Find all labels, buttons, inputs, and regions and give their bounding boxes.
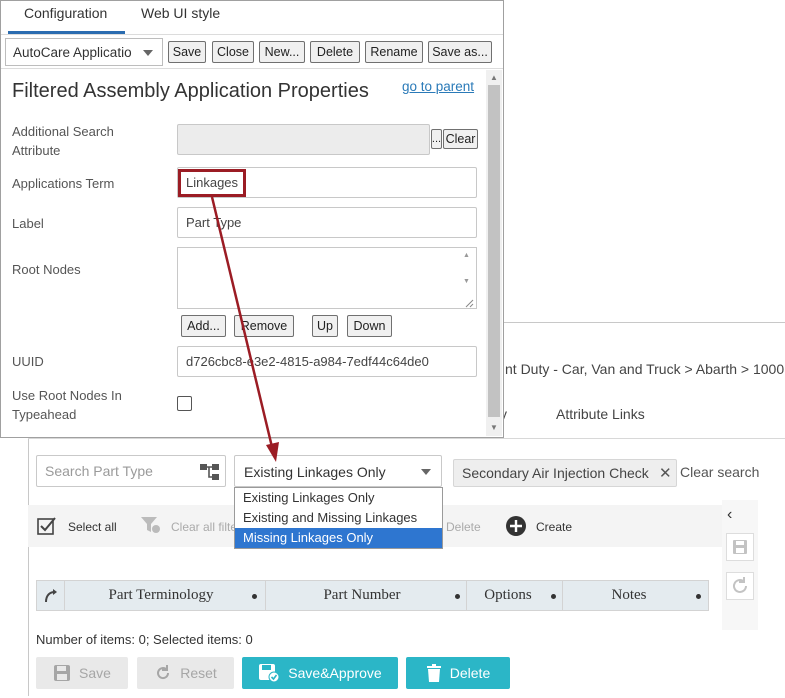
annotation-arrow-icon <box>210 196 279 462</box>
